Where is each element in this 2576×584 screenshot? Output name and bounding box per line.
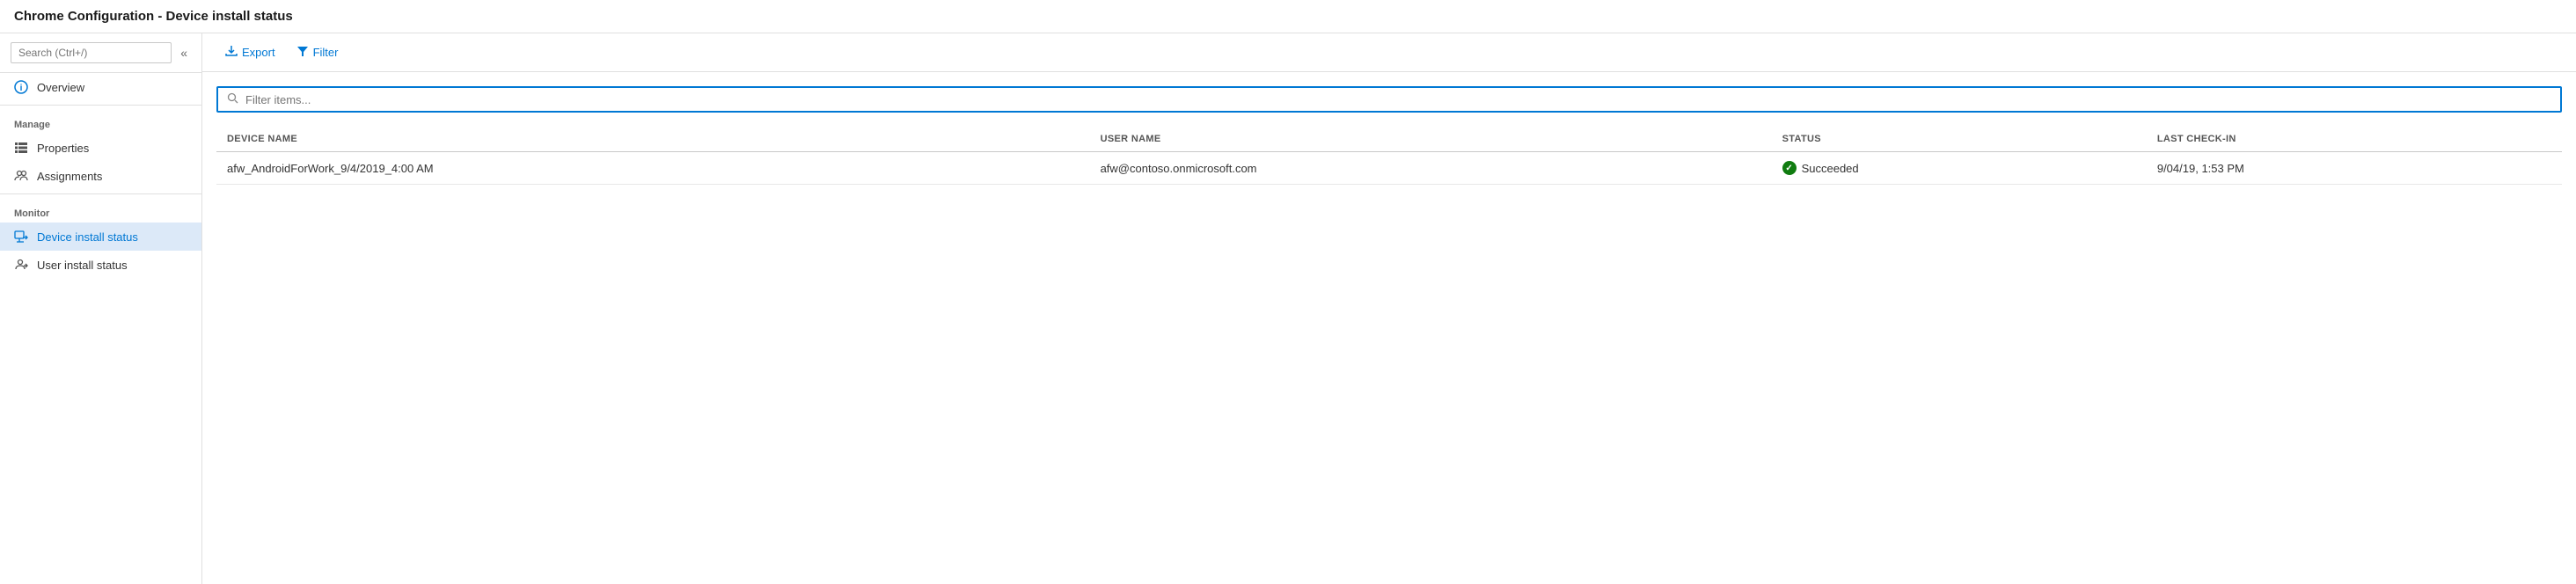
filter-icon [296, 45, 309, 60]
assignments-icon [14, 169, 28, 183]
filter-label: Filter [313, 46, 339, 59]
cell-last-checkin: 9/04/19, 1:53 PM [2147, 152, 2562, 185]
sidebar-divider-manage [0, 105, 201, 106]
user-install-status-icon [14, 258, 28, 272]
export-icon [225, 45, 238, 60]
status-text: Succeeded [1802, 162, 1859, 175]
content-body: DEVICE NAME USER NAME STATUS LAST CHECK-… [202, 72, 2576, 584]
filter-search-icon [227, 92, 238, 106]
sidebar-item-assignments[interactable]: Assignments [0, 162, 201, 190]
cell-device-name: afw_AndroidForWork_9/4/2019_4:00 AM [216, 152, 1090, 185]
sidebar-section-monitor: Monitor [0, 198, 201, 223]
sidebar-item-user-install-status[interactable]: User install status [0, 251, 201, 279]
sidebar-item-properties[interactable]: Properties [0, 134, 201, 162]
sidebar-item-label: Properties [37, 142, 89, 155]
search-input[interactable] [11, 42, 172, 63]
col-device-name: DEVICE NAME [216, 127, 1090, 152]
filter-button[interactable]: Filter [288, 40, 348, 64]
status-success-icon [1782, 161, 1797, 175]
col-last-checkin: LAST CHECK-IN [2147, 127, 2562, 152]
col-status: STATUS [1772, 127, 2147, 152]
sidebar-section-manage: Manage [0, 109, 201, 134]
cell-status: Succeeded [1772, 152, 2147, 185]
sidebar-search-container: « [0, 33, 201, 73]
filter-input[interactable] [245, 93, 2551, 106]
toolbar: Export Filter [202, 33, 2576, 72]
properties-icon [14, 141, 28, 155]
main-content: Export Filter DEVICE NAME U [202, 33, 2576, 584]
sidebar-item-label: Device install status [37, 230, 138, 244]
export-label: Export [242, 46, 275, 59]
sidebar-item-label: Overview [37, 81, 84, 94]
info-icon: i [14, 80, 28, 94]
svg-text:i: i [20, 84, 23, 93]
export-button[interactable]: Export [216, 40, 284, 64]
sidebar-item-device-install-status[interactable]: Device install status [0, 223, 201, 251]
cell-user-name: afw@contoso.onmicrosoft.com [1090, 152, 1772, 185]
filter-input-container [216, 86, 2562, 113]
sidebar-divider-monitor [0, 193, 201, 194]
table-header-row: DEVICE NAME USER NAME STATUS LAST CHECK-… [216, 127, 2562, 152]
sidebar-item-label: Assignments [37, 170, 102, 183]
col-user-name: USER NAME [1090, 127, 1772, 152]
sidebar-item-overview[interactable]: i Overview [0, 73, 201, 101]
page-title: Chrome Configuration - Device install st… [0, 0, 2576, 33]
sidebar: « i Overview Manage Properties Assignmen… [0, 33, 202, 584]
device-table: DEVICE NAME USER NAME STATUS LAST CHECK-… [216, 127, 2562, 185]
collapse-button[interactable]: « [177, 44, 191, 62]
sidebar-item-label: User install status [37, 259, 128, 272]
table-row: afw_AndroidForWork_9/4/2019_4:00 AMafw@c… [216, 152, 2562, 185]
device-install-status-icon [14, 230, 28, 244]
